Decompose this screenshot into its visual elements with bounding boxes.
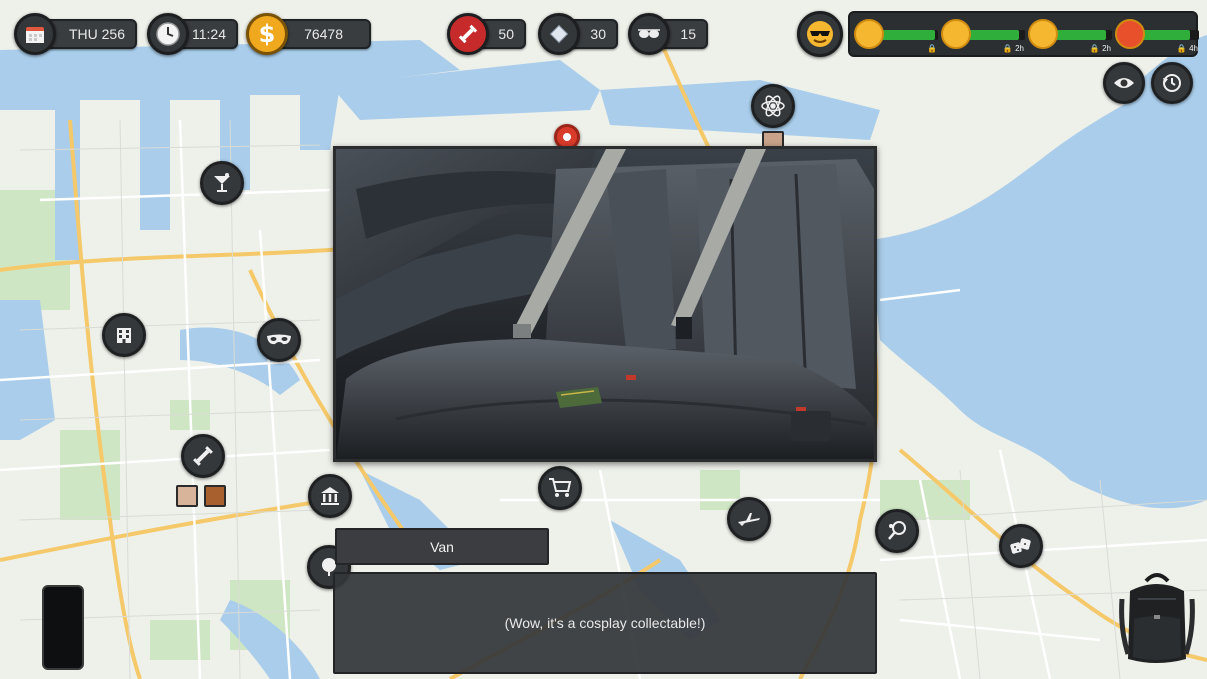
need-meter[interactable]: 🔒 2h [1028, 17, 1113, 55]
need-meter[interactable]: 🔒 [854, 17, 939, 55]
money-text: 76478 [304, 26, 343, 42]
player-mood-cool-face-icon[interactable] [797, 11, 843, 57]
need-bar [880, 30, 938, 40]
book-icon [538, 13, 580, 55]
gym-npc-portrait-2[interactable] [204, 485, 226, 507]
sick-face-icon [1028, 19, 1058, 49]
calendar-icon [14, 13, 56, 55]
need-timer: 🔒 2h [1089, 44, 1111, 53]
need-bar [1054, 30, 1112, 40]
angry-face-icon [1115, 19, 1145, 49]
gym-npc-portrait-1[interactable] [176, 485, 198, 507]
history-button[interactable] [1151, 62, 1193, 104]
backpack-inventory-button[interactable] [1118, 569, 1196, 669]
shop-location-cart-icon[interactable] [538, 466, 582, 510]
need-meter[interactable]: 🔒 4h [1115, 17, 1200, 55]
casino-location-dice-icon[interactable] [999, 524, 1043, 568]
dumbbell-icon [447, 13, 489, 55]
need-bar-fill [1141, 30, 1191, 40]
need-bar-fill [880, 30, 936, 40]
airport-location-plane-icon[interactable] [727, 497, 771, 541]
costume-shop-mask-icon[interactable] [257, 318, 301, 362]
tennis-location-racket-icon[interactable] [875, 509, 919, 553]
scene-photo-car-back-seat [333, 146, 877, 462]
hungry-face-icon [941, 19, 971, 49]
dialogue-box[interactable]: (Wow, it's a cosplay collectable!) [333, 572, 877, 674]
need-bar-fill [967, 30, 1020, 40]
day-text: THU 256 [68, 26, 125, 42]
need-bar-fill [1054, 30, 1107, 40]
dollar-icon: $ [246, 13, 288, 55]
dialogue-text: (Wow, it's a cosplay collectable!) [504, 615, 706, 631]
needs-panel: 🔒 🔒 2h 🔒 2h 🔒 4h [848, 11, 1200, 57]
fitness-value: 50 [498, 26, 514, 42]
bank-location-icon[interactable] [308, 474, 352, 518]
need-timer: 🔒 2h [1002, 44, 1024, 53]
lab-location-atom-icon[interactable] [751, 84, 795, 128]
need-bar [967, 30, 1025, 40]
speaker-name-box: Van [335, 528, 549, 565]
clock-icon [147, 13, 189, 55]
phone-button[interactable] [42, 585, 84, 670]
gym-location-dumbbell-icon[interactable] [181, 434, 225, 478]
apartment-location-building-icon[interactable] [102, 313, 146, 357]
need-timer: 🔒 [927, 44, 937, 53]
speaker-name: Van [430, 538, 454, 555]
sunglasses-icon [628, 13, 670, 55]
charisma-value: 30 [590, 26, 606, 42]
need-meter[interactable]: 🔒 2h [941, 17, 1026, 55]
visibility-button[interactable] [1103, 62, 1145, 104]
sleepy-face-icon [854, 19, 884, 49]
need-timer: 🔒 4h [1176, 44, 1198, 53]
clock-text: 11:24 [192, 26, 226, 42]
need-bar [1141, 30, 1199, 40]
bar-location-cocktail-icon[interactable] [200, 161, 244, 205]
stealth-value: 15 [680, 26, 696, 42]
